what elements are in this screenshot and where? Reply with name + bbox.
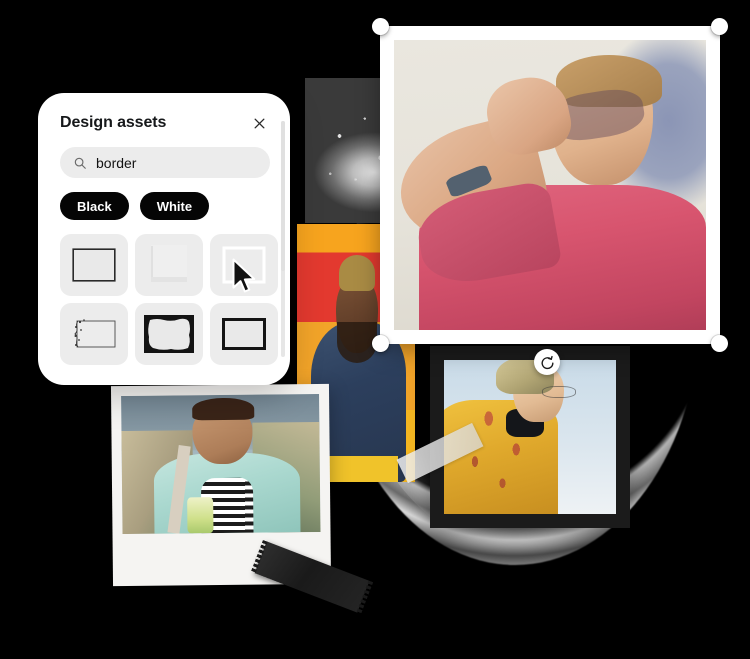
asset-thick-solid-black-border[interactable] [210,303,278,365]
filter-chip-white[interactable]: White [139,192,210,220]
search-input[interactable]: border [60,147,270,178]
search-row: border [38,134,290,178]
resize-handle-top-right[interactable] [711,18,728,35]
photo-shape-glasses [542,386,577,399]
photo-shape-pants [318,456,399,482]
rotate-icon [540,355,555,370]
arrow-cursor-icon [231,258,261,296]
resize-handle-bottom-right[interactable] [711,335,728,352]
filter-chip-group: Black White [38,178,290,220]
panel-title: Design assets [60,114,167,131]
close-button[interactable] [248,112,270,134]
search-icon [73,156,87,170]
rotate-handle[interactable] [534,349,560,375]
selected-photo-portrait-pink-shirt[interactable] [372,18,728,352]
asset-thin-line-rectangle-border[interactable] [60,234,128,296]
asset-rough-brush-black-border[interactable] [135,303,203,365]
asset-soft-white-shadow-border[interactable] [135,234,203,296]
photo-image-area [121,393,321,535]
filter-chip-black[interactable]: Black [60,192,129,220]
photo-shape-drink [187,497,214,534]
panel-header: Design assets [38,93,290,134]
search-input-value: border [96,154,137,171]
resize-handle-bottom-left[interactable] [372,335,389,352]
close-icon [253,117,266,130]
canvas-stage: Design assets border Black White [0,0,750,659]
photo-shape-hair [339,254,375,292]
photo-shape-hair [192,397,254,421]
design-assets-panel: Design assets border Black White [38,93,290,385]
panel-scrollbar[interactable] [281,121,285,357]
panel-scrollbar-thumb[interactable] [281,121,285,271]
asset-sketchy-vine-border[interactable] [60,303,128,365]
photo-image-area [394,40,706,330]
resize-handle-top-left[interactable] [372,18,389,35]
